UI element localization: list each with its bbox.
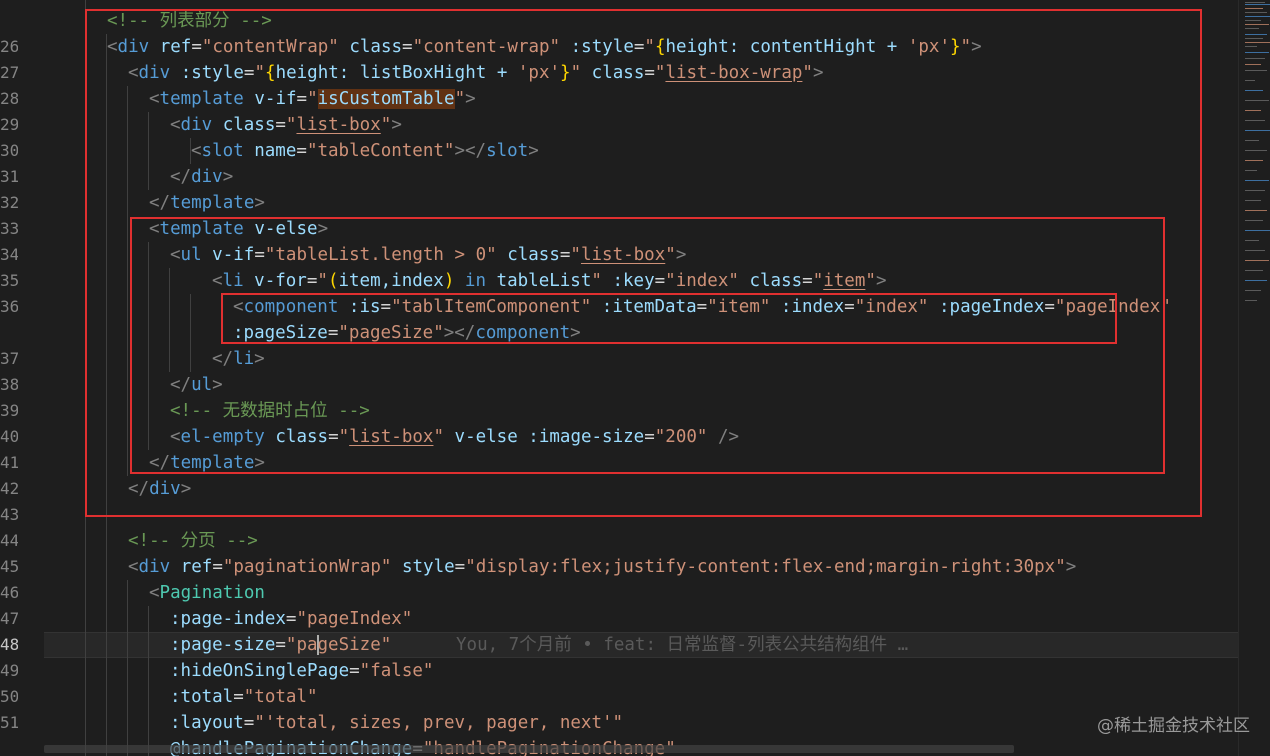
minimap-line [1245,240,1259,241]
minimap-line [1245,80,1255,81]
minimap-line [1245,90,1263,91]
minimap-line [1245,300,1257,301]
line-number: 29 [0,115,18,134]
minimap-line [1245,130,1270,131]
minimap-line [1245,28,1259,29]
minimap-line [1245,190,1265,191]
line-number: 27 [0,63,18,82]
indent-guide [127,580,128,756]
code-line: :page-index="pageIndex" [170,609,413,629]
code-line: <!-- 分页 --> [128,528,258,554]
minimap-line [1245,4,1270,5]
line-number: 40 [0,427,18,446]
code-line-active: :page-size="pageSize" [170,635,392,655]
line-number: 39 [0,401,18,420]
annotation-box-component [221,293,1117,344]
minimap-line [1245,170,1257,171]
code-line: <div ref="paginationWrap" style="display… [128,557,1077,577]
watermark: @稀土掘金技术社区 [1097,716,1250,736]
line-number: 35 [0,271,18,290]
line-number: 48 [0,635,18,654]
minimap-line [1245,70,1267,71]
minimap-line [1245,52,1269,53]
code-line: :layout="'total, sizes, prev, pager, nex… [170,713,624,733]
line-number: 42 [0,479,18,498]
minimap-line [1245,200,1261,201]
line-number: 26 [0,37,18,56]
minimap-line [1245,120,1265,121]
line-number: 49 [0,661,18,680]
minimap-line [1245,270,1263,271]
line-number: 30 [0,141,18,160]
minimap-line [1245,260,1269,261]
line-number: 47 [0,609,18,628]
minimap-line [1245,140,1259,141]
minimap-line [1245,2,1265,3]
minimap-line [1245,64,1261,65]
minimap-line [1245,16,1270,17]
line-number: 28 [0,89,18,108]
line-number: 32 [0,193,18,212]
minimap-line [1245,280,1267,281]
comment-text: <!-- 分页 --> [128,531,258,551]
minimap-line [1245,42,1270,43]
line-number: 44 [0,531,18,550]
line-number: 41 [0,453,18,472]
git-blame-annotation: You, 7个月前 • feat: 日常监督-列表公共结构组件 … [456,635,909,655]
minimap-line [1245,12,1267,13]
line-number: 34 [0,245,18,264]
minimap-line [1245,100,1269,101]
line-number: 51 [0,713,18,732]
horizontal-scrollbar[interactable] [44,745,1014,753]
minimap-line [1245,290,1261,291]
line-number: 43 [0,505,18,524]
minimap-line [1245,8,1263,9]
minimap-line [1245,38,1263,39]
line-number: 31 [0,167,18,186]
minimap-line [1245,110,1261,111]
minimap-line [1245,250,1265,251]
minimap-line [1245,230,1270,231]
line-number: 33 [0,219,18,238]
minimap-line [1245,58,1265,59]
line-number: 46 [0,583,18,602]
minimap-line [1245,160,1263,161]
minimap-line [1245,210,1267,211]
minimap[interactable] [1238,0,1270,756]
minimap-line [1245,20,1261,21]
minimap-line [1245,34,1267,35]
line-number: 50 [0,687,18,706]
code-line: <Pagination [149,583,265,603]
line-number-gutter: 26 27 28 29 30 31 32 33 34 35 36 37 38 39 40 41 42 43 44 45… [0,0,44,756]
minimap-line [1245,220,1263,221]
line-number: 38 [0,375,18,394]
line-number: 37 [0,349,18,368]
minimap-line [1245,150,1267,151]
minimap-line [1245,46,1257,47]
minimap-line [1245,24,1269,25]
annotation-box-template [130,217,1165,474]
minimap-line [1245,180,1269,181]
line-number: 45 [0,557,18,576]
code-line: :hideOnSinglePage="false" [170,661,434,681]
code-line: :total="total" [170,687,318,707]
line-number: 36 [0,297,18,316]
indent-guide [148,606,149,756]
